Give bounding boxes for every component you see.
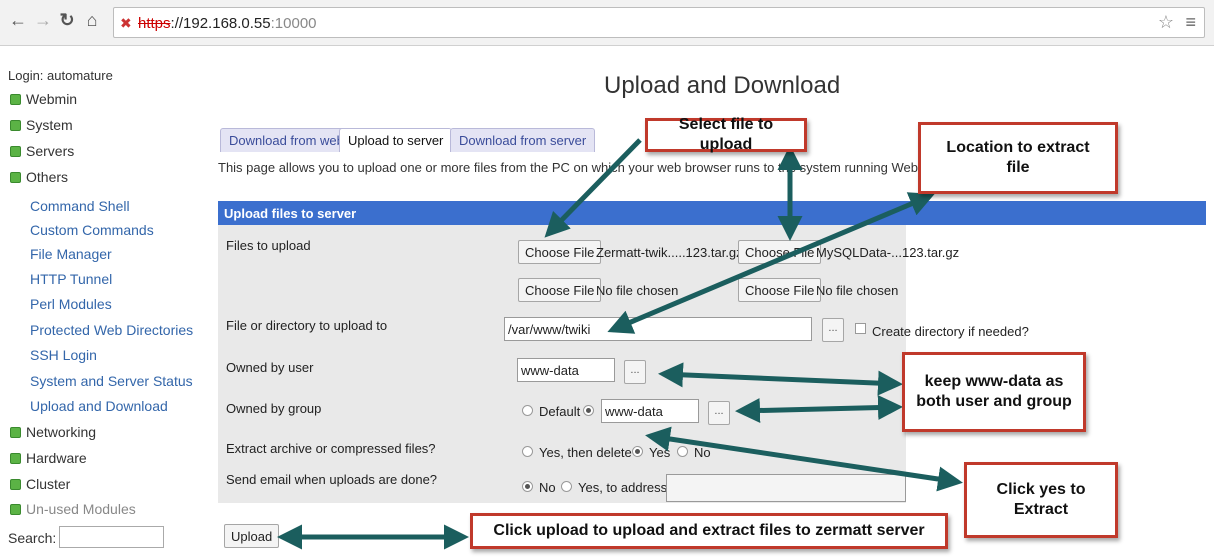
sidebar-item-system-status[interactable]: System and Server Status — [30, 373, 193, 389]
email-no-radio[interactable] — [522, 481, 533, 492]
back-arrow-icon[interactable]: ← — [8, 10, 28, 30]
destination-browse-button[interactable]: ... — [822, 318, 844, 342]
category-hardware[interactable]: Hardware — [10, 450, 87, 466]
category-system[interactable]: System — [10, 117, 73, 133]
intro-text: This page allows you to upload one or mo… — [218, 160, 943, 175]
email-label: Send email when uploads are done? — [226, 472, 438, 487]
file-name-3: No file chosen — [596, 283, 679, 298]
forward-arrow-icon[interactable]: → — [33, 10, 53, 30]
login-label: Login: automature — [8, 68, 113, 83]
category-icon — [10, 426, 21, 438]
group-browse-button[interactable]: ... — [708, 401, 730, 425]
category-webmin[interactable]: Webmin — [10, 91, 77, 107]
category-icon — [10, 119, 21, 131]
file-name-1: Zermatt-twik.....123.tar.gz — [596, 245, 743, 260]
tab-download-from-web[interactable]: Download from web — [220, 128, 353, 152]
reload-icon[interactable]: ↻ — [57, 10, 77, 30]
email-address-input[interactable] — [666, 474, 906, 502]
upload-button[interactable]: Upload — [224, 524, 280, 548]
category-icon — [10, 171, 21, 183]
insecure-lock-icon: ✖ — [120, 15, 132, 31]
category-others[interactable]: Others — [10, 169, 68, 185]
sidebar-item-protected-web-directories[interactable]: Protected Web Directories — [30, 322, 193, 338]
extract-yes-delete-label: Yes, then delete — [539, 445, 632, 460]
category-cluster[interactable]: Cluster — [10, 476, 70, 492]
group-custom-radio[interactable] — [583, 405, 594, 416]
callout-select-file: Select file to upload — [645, 116, 807, 153]
create-directory-checkbox[interactable] — [855, 323, 866, 334]
sidebar-item-http-tunnel[interactable]: HTTP Tunnel — [30, 271, 112, 287]
extract-label: Extract archive or compressed files? — [226, 441, 436, 456]
bookmark-star-icon[interactable]: ☆ — [1158, 12, 1174, 33]
owned-by-group-label: Owned by group — [226, 401, 322, 416]
sidebar-item-command-shell[interactable]: Command Shell — [30, 198, 130, 214]
category-icon — [10, 93, 21, 105]
sidebar-item-upload-download[interactable]: Upload and Download — [30, 398, 168, 414]
email-yes-label: Yes, to address — [578, 480, 668, 495]
home-icon[interactable]: ⌂ — [82, 10, 102, 30]
callout-location: Location to extract file — [918, 122, 1118, 194]
tab-upload-to-server[interactable]: Upload to server — [339, 128, 453, 152]
tab-download-from-server[interactable]: Download from server — [450, 128, 596, 152]
choose-file-button-2[interactable]: Choose File — [738, 240, 822, 264]
extract-no-radio[interactable] — [677, 446, 688, 457]
owned-by-user-input[interactable]: www-data — [517, 358, 615, 382]
extract-yes-radio[interactable] — [632, 446, 643, 457]
sidebar-item-file-manager[interactable]: File Manager — [30, 246, 112, 262]
choose-file-button-3[interactable]: Choose File — [518, 278, 602, 302]
group-default-radio[interactable] — [522, 405, 533, 416]
file-name-4: No file chosen — [816, 283, 899, 298]
search-label: Search: — [8, 530, 57, 546]
sidebar-item-ssh-login[interactable]: SSH Login — [30, 347, 97, 363]
choose-file-button-4[interactable]: Choose File — [738, 278, 822, 302]
section-header: Upload files to server — [218, 201, 1206, 225]
file-name-2: MySQLData-...123.tar.gz — [816, 245, 960, 260]
category-icon — [10, 452, 21, 464]
extract-no-label: No — [694, 445, 711, 460]
email-no-label: No — [539, 480, 556, 495]
extract-yes-label: Yes — [649, 445, 671, 460]
destination-label: File or directory to upload to — [226, 318, 388, 333]
files-to-upload-label: Files to upload — [226, 238, 311, 253]
owned-by-user-label: Owned by user — [226, 360, 314, 375]
menu-icon[interactable]: ≡ — [1185, 12, 1196, 33]
category-networking[interactable]: Networking — [10, 424, 96, 440]
sidebar-item-perl-modules[interactable]: Perl Modules — [30, 296, 112, 312]
category-icon — [10, 145, 21, 157]
category-icon — [10, 478, 21, 490]
owned-by-group-input[interactable]: www-data — [601, 399, 699, 423]
category-unused-modules[interactable]: Un-used Modules — [10, 501, 136, 517]
browser-toolbar: ← → ↻ ⌂ ✖ https://192.168.0.55:10000 ☆ ≡ — [0, 0, 1214, 46]
callout-click-yes: Click yes to Extract — [964, 462, 1118, 538]
email-yes-radio[interactable] — [561, 481, 572, 492]
callout-keep-www-data: keep www-data as both user and group — [902, 352, 1086, 432]
address-bar[interactable]: ✖ https://192.168.0.55:10000 ☆ ≡ — [113, 7, 1205, 38]
create-directory-label: Create directory if needed? — [872, 324, 1029, 339]
category-icon — [10, 503, 21, 515]
user-browse-button[interactable]: ... — [624, 360, 646, 384]
category-servers[interactable]: Servers — [10, 143, 74, 159]
destination-input[interactable]: /var/www/twiki — [504, 317, 812, 341]
group-default-label: Default — [539, 404, 581, 419]
callout-click-upload: Click upload to upload and extract files… — [470, 513, 948, 549]
url-text: https://192.168.0.55:10000 — [138, 15, 317, 32]
extract-yes-delete-radio[interactable] — [522, 446, 533, 457]
page-title: Upload and Download — [604, 72, 841, 99]
choose-file-button-1[interactable]: Choose File — [518, 240, 602, 264]
search-input[interactable] — [59, 526, 164, 548]
sidebar-item-custom-commands[interactable]: Custom Commands — [30, 222, 154, 238]
